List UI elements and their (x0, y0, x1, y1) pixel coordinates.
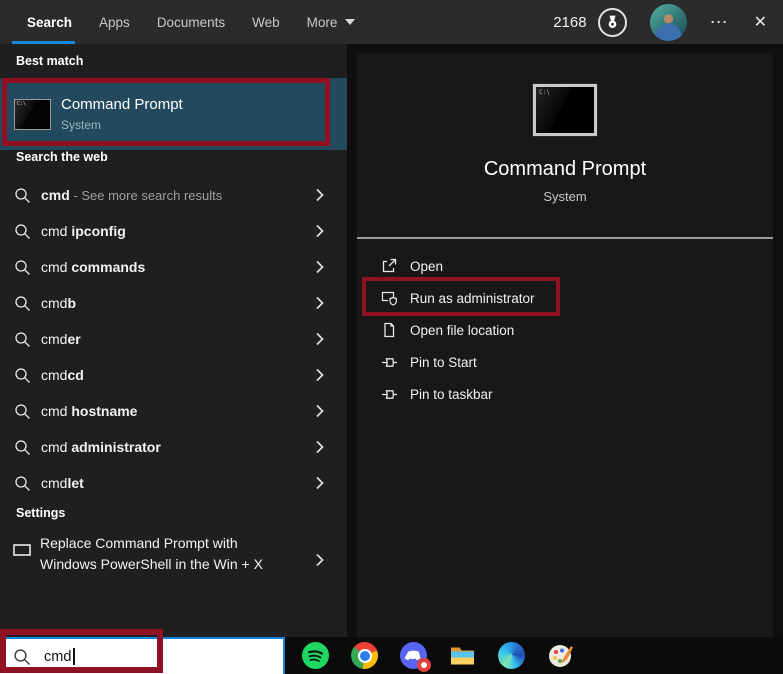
windows-search-flyout: { "colors": { "accent": "#1a86d9", "best… (0, 0, 783, 674)
preview-divider (357, 237, 773, 239)
chevron-right-icon (316, 260, 324, 274)
chevron-right-icon (316, 368, 324, 382)
tab-more[interactable]: More (307, 15, 356, 30)
search-icon (15, 367, 30, 383)
paint-3d-icon[interactable] (547, 642, 574, 669)
close-icon[interactable]: ✕ (754, 12, 767, 32)
rewards-medal-icon[interactable] (597, 7, 627, 37)
best-match-subtitle: System (61, 118, 102, 132)
search-header-bar: Search Apps Documents Web More 2168 ⋯ ✕ (0, 0, 783, 44)
search-icon (15, 223, 30, 239)
taskbar-search-input[interactable]: cmd (0, 637, 285, 674)
best-match-result-command-prompt[interactable]: C:\ Command Prompt System (0, 78, 347, 150)
search-results-panel: Best match C:\ Command Prompt System Sea… (0, 44, 347, 637)
action-open-file-location[interactable]: Open file location (357, 314, 773, 346)
best-match-header: Best match (16, 54, 84, 68)
action-open[interactable]: Open (357, 250, 773, 282)
suggestion-row[interactable]: cmd commands (0, 249, 347, 285)
search-icon (15, 259, 30, 275)
chevron-right-icon (316, 440, 324, 454)
file-location-icon (380, 321, 398, 339)
result-preview-pane: C:\ Command Prompt System Open Run as ad… (347, 44, 783, 637)
tab-apps[interactable]: Apps (99, 15, 130, 30)
chevron-right-icon (316, 188, 324, 202)
tab-web[interactable]: Web (252, 15, 280, 30)
chevron-right-icon (316, 404, 324, 418)
spotify-icon[interactable] (302, 642, 329, 669)
best-match-title: Command Prompt (61, 96, 183, 113)
settings-item-line1: Replace Command Prompt with (40, 535, 238, 551)
chevron-right-icon (316, 224, 324, 238)
action-pin-to-taskbar[interactable]: Pin to taskbar (357, 378, 773, 410)
preview-title: Command Prompt (483, 158, 647, 180)
suggestion-row[interactable]: cmdcd (0, 357, 347, 393)
search-the-web-header: Search the web (16, 150, 108, 164)
suggestion-row[interactable]: cmdlet (0, 465, 347, 501)
action-run-as-administrator[interactable]: Run as administrator (357, 282, 773, 314)
chevron-right-icon (316, 553, 324, 567)
search-icon (15, 295, 30, 311)
discord-icon[interactable] (400, 642, 431, 672)
suggestion-row[interactable]: cmd ipconfig (0, 213, 347, 249)
action-pin-to-start[interactable]: Pin to Start (357, 346, 773, 378)
edge-icon[interactable] (498, 642, 525, 669)
command-prompt-icon: C:\ (14, 98, 51, 130)
suggestion-row[interactable]: cmder (0, 321, 347, 357)
taskbar: cmd (0, 637, 783, 674)
search-icon (15, 403, 30, 419)
run-as-administrator-shield-icon (380, 289, 398, 307)
command-prompt-icon-large: C:\ (533, 84, 597, 136)
web-suggestions-list: cmd - See more search results cmd ipconf… (0, 177, 347, 501)
open-icon (380, 257, 398, 275)
tab-documents[interactable]: Documents (157, 15, 225, 30)
pin-icon (380, 353, 398, 371)
chevron-right-icon (316, 296, 324, 310)
search-icon (14, 648, 30, 665)
chevron-right-icon (316, 476, 324, 490)
user-avatar[interactable] (649, 3, 687, 41)
notification-badge (417, 658, 431, 672)
console-window-icon (13, 544, 31, 556)
suggestion-row[interactable]: cmd hostname (0, 393, 347, 429)
file-explorer-icon[interactable] (449, 642, 476, 669)
rewards-points: 2168 (553, 13, 587, 31)
search-icon (15, 439, 30, 455)
settings-header: Settings (16, 506, 66, 520)
search-icon (15, 187, 30, 203)
taskbar-pinned-icons (302, 637, 574, 674)
preview-subtitle: System (543, 189, 587, 204)
search-icon (15, 475, 30, 491)
search-filter-tabs: Search Apps Documents Web More (27, 0, 356, 44)
settings-item-line2: Windows PowerShell in the Win + X (40, 556, 263, 572)
suggestion-row[interactable]: cmdb (0, 285, 347, 321)
more-options-icon[interactable]: ⋯ (710, 13, 729, 31)
settings-result-replace-cmd[interactable]: Replace Command Prompt with Windows Powe… (0, 530, 347, 592)
pin-icon (380, 385, 398, 403)
chevron-down-icon (345, 19, 356, 25)
suggestion-row[interactable]: cmd administrator (0, 429, 347, 465)
context-actions-list: Open Run as administrator Open file loca… (357, 250, 773, 410)
suggestion-row[interactable]: cmd - See more search results (0, 177, 347, 213)
search-icon (15, 331, 30, 347)
tab-more-label: More (306, 14, 338, 30)
chrome-icon[interactable] (351, 642, 378, 669)
chevron-right-icon (316, 332, 324, 346)
preview-card: C:\ Command Prompt System Open Run as ad… (357, 53, 773, 637)
taskbar-search-value: cmd (44, 648, 72, 665)
tab-search[interactable]: Search (27, 15, 72, 30)
text-caret (73, 648, 75, 665)
